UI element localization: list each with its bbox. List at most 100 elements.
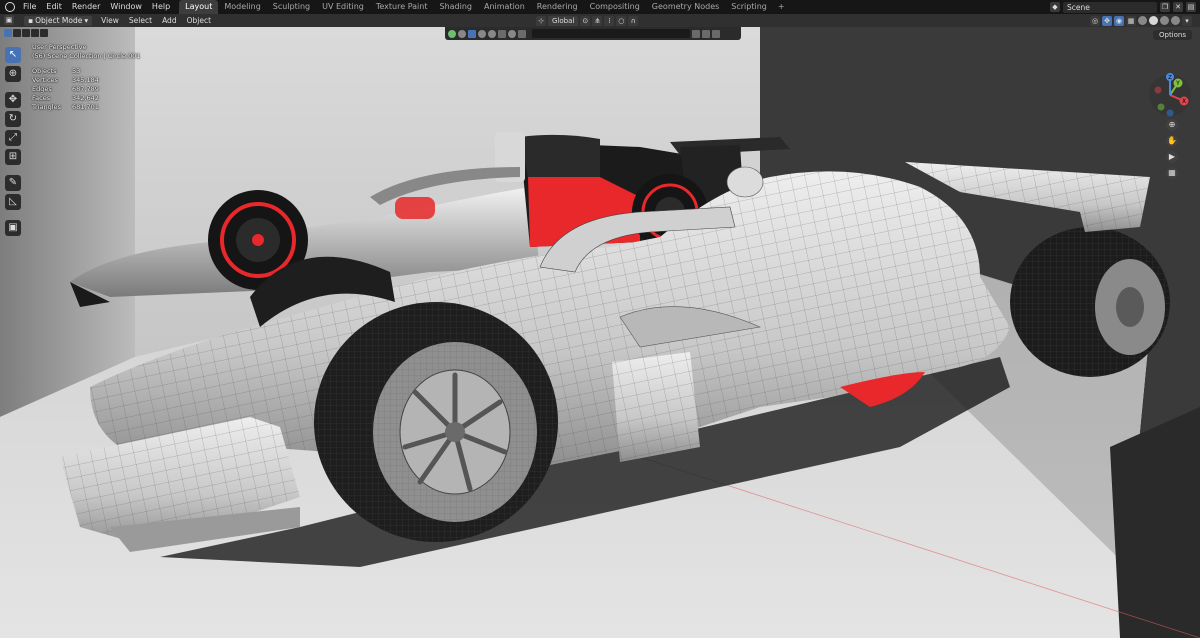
world-icon[interactable] — [488, 29, 496, 38]
add-workspace-button[interactable]: + — [773, 0, 790, 14]
object-filter-icon[interactable] — [468, 29, 476, 38]
menu-help[interactable]: Help — [147, 0, 175, 14]
viewport-scene — [0, 27, 1200, 638]
main-menu: File Edit Render Window Help — [18, 0, 175, 14]
menu-file[interactable]: File — [18, 0, 41, 14]
pan-hand-icon[interactable]: ✋ — [1166, 135, 1178, 147]
tab-compositing[interactable]: Compositing — [584, 0, 646, 14]
viewport-menus: View Select Add Object — [96, 16, 216, 25]
select-intersect-icon[interactable] — [40, 29, 48, 37]
menu-add[interactable]: Add — [157, 16, 182, 25]
editor-type-icon[interactable]: ▣ — [4, 15, 14, 25]
overlay-toggle-icon[interactable]: ◉ — [1114, 15, 1124, 26]
brush-icon[interactable] — [508, 29, 516, 38]
stat-edges: Edges 687,789 — [32, 85, 99, 93]
top-bar: File Edit Render Window Help Layout Mode… — [0, 0, 1200, 14]
tab-shading[interactable]: Shading — [433, 0, 478, 14]
perspective-toggle-icon[interactable]: ▦ — [1166, 167, 1178, 179]
asset-filter-header — [445, 27, 741, 40]
menu-object[interactable]: Object — [182, 16, 216, 25]
view-name: User Perspective — [32, 43, 87, 51]
rotate-tool-icon[interactable]: ↻ — [5, 111, 21, 127]
tab-geometry-nodes[interactable]: Geometry Nodes — [646, 0, 725, 14]
solid-shading-icon[interactable] — [1149, 16, 1158, 25]
move-tool-icon[interactable]: ✥ — [5, 92, 21, 108]
select-box-tool-icon[interactable]: ↖ — [5, 47, 21, 63]
navigation-gizmo[interactable]: X Y Z — [1148, 73, 1192, 117]
menu-window[interactable]: Window — [105, 0, 147, 14]
snap-icon[interactable]: ⋔ — [592, 15, 603, 26]
visibility-icon[interactable]: ◎ — [1090, 15, 1100, 26]
tab-modeling[interactable]: Modeling — [218, 0, 266, 14]
check-icon[interactable] — [448, 29, 456, 38]
tab-scripting[interactable]: Scripting — [725, 0, 773, 14]
menu-select[interactable]: Select — [124, 16, 157, 25]
3d-viewport[interactable]: ↖ ⊕ ✥ ↻ ⤢ ⊞ ✎ ◺ ▣ User Perspective (56) … — [0, 27, 1200, 638]
sphere-icon[interactable] — [458, 29, 466, 38]
scale-tool-icon[interactable]: ⤢ — [5, 130, 21, 146]
stat-faces: Faces 342,642 — [32, 94, 99, 102]
selection-mode-group — [4, 29, 48, 37]
scene-selector-area: ◆ Scene ❐ ✕ ▤ — [1050, 1, 1196, 13]
orientation-selector[interactable]: Global — [548, 15, 579, 26]
list-view-icon[interactable] — [702, 29, 710, 38]
menu-render[interactable]: Render — [67, 0, 105, 14]
object-mode-icon: ▪ — [28, 15, 34, 25]
menu-view[interactable]: View — [96, 16, 124, 25]
scene-name-field[interactable]: Scene — [1063, 1, 1157, 13]
rendered-shading-icon[interactable] — [1171, 16, 1180, 25]
collection-label: (56) Scene Collection | Circle.001 — [32, 52, 141, 60]
blender-logo-icon[interactable] — [5, 2, 15, 12]
tab-animation[interactable]: Animation — [478, 0, 531, 14]
svg-text:X: X — [1182, 98, 1186, 105]
material-icon[interactable] — [478, 29, 486, 38]
select-invert-icon[interactable] — [31, 29, 39, 37]
tab-layout[interactable]: Layout — [179, 0, 219, 14]
shading-options-icon[interactable]: ▾ — [1182, 15, 1192, 26]
stat-vertices: Vertices 345,184 — [32, 76, 99, 84]
scene-icon[interactable]: ◆ — [1050, 2, 1060, 12]
mode-selector[interactable]: ▪ Object Mode ▾ — [24, 15, 93, 26]
tab-sculpting[interactable]: Sculpting — [267, 0, 316, 14]
viewport-header: ▣ ▪ Object Mode ▾ View Select Add Object… — [0, 14, 1200, 27]
grid-view-icon[interactable] — [692, 29, 700, 38]
tab-rendering[interactable]: Rendering — [531, 0, 584, 14]
node-icon[interactable] — [518, 29, 526, 38]
viewport-info-overlay: User Perspective (56) Scene Collection |… — [32, 43, 141, 112]
wireframe-shading-icon[interactable] — [1138, 16, 1147, 25]
texture-icon[interactable] — [498, 29, 506, 38]
tool-shelf: ↖ ⊕ ✥ ↻ ⤢ ⊞ ✎ ◺ ▣ — [5, 47, 21, 236]
snap-target-icon[interactable]: ⁞ — [604, 15, 615, 26]
select-extend-icon[interactable] — [13, 29, 21, 37]
add-cube-tool-icon[interactable]: ▣ — [5, 220, 21, 236]
transform-orientation-icon[interactable]: ⊹ — [536, 15, 546, 26]
transform-tools: ⊹ Global ⊙ ⋔ ⁞ ○ ∩ — [536, 15, 639, 26]
falloff-icon[interactable]: ∩ — [628, 15, 639, 26]
view-layer-icon[interactable]: ▤ — [1186, 2, 1196, 12]
select-new-icon[interactable] — [4, 29, 12, 37]
xray-toggle-icon[interactable]: ▦ — [1126, 15, 1136, 26]
transform-tool-icon[interactable]: ⊞ — [5, 149, 21, 165]
material-shading-icon[interactable] — [1160, 16, 1169, 25]
tab-texture-paint[interactable]: Texture Paint — [370, 0, 434, 14]
filter-icon[interactable] — [712, 29, 720, 38]
tab-uv-editing[interactable]: UV Editing — [316, 0, 370, 14]
options-button[interactable]: Options — [1152, 30, 1192, 40]
camera-view-icon[interactable]: ▶ — [1166, 151, 1178, 163]
copy-scene-icon[interactable]: ❐ — [1160, 2, 1170, 12]
select-subtract-icon[interactable] — [22, 29, 30, 37]
mode-label: Object Mode — [35, 15, 83, 25]
svg-text:Y: Y — [1175, 80, 1180, 87]
zoom-icon[interactable]: ⊕ — [1166, 119, 1178, 131]
measure-tool-icon[interactable]: ◺ — [5, 194, 21, 210]
stat-triangles: Triangles 681,701 — [32, 103, 99, 111]
gizmo-toggle-icon[interactable]: ✥ — [1102, 15, 1112, 26]
pivot-point-icon[interactable]: ⊙ — [580, 15, 591, 26]
viewport-display-tools: ◎ ✥ ◉ ▦ ▾ — [1090, 15, 1192, 26]
menu-edit[interactable]: Edit — [41, 0, 67, 14]
annotate-tool-icon[interactable]: ✎ — [5, 175, 21, 191]
proportional-edit-icon[interactable]: ○ — [616, 15, 627, 26]
cursor-tool-icon[interactable]: ⊕ — [5, 66, 21, 82]
delete-scene-icon[interactable]: ✕ — [1173, 2, 1183, 12]
search-input[interactable] — [532, 29, 690, 38]
